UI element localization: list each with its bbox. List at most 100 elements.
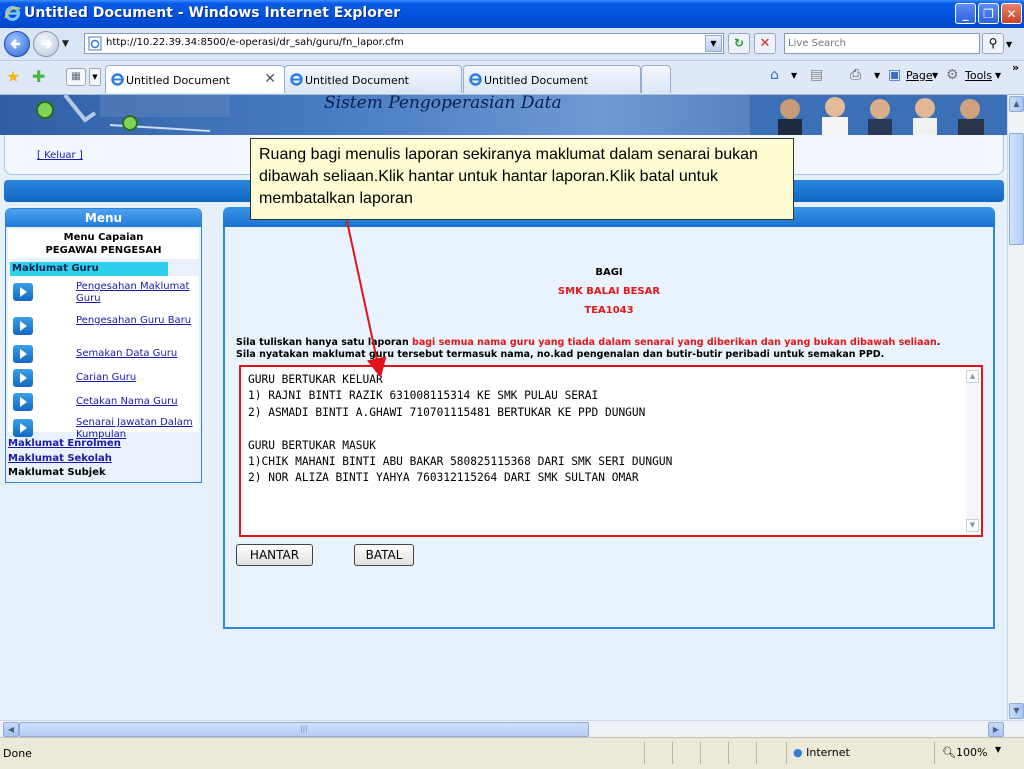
page-menu[interactable]: Page (906, 69, 933, 82)
menu-section-enrolmen[interactable]: Maklumat Enrolmen (8, 437, 121, 450)
circuit-graphic (36, 95, 230, 132)
new-tab-button[interactable] (641, 65, 671, 93)
textarea-scrollbar[interactable]: ▲ ▼ (966, 370, 979, 532)
scroll-right-icon[interactable]: ▶ (988, 722, 1004, 737)
menu-item-label[interactable]: Semakan Data Guru (76, 348, 196, 360)
menu-list: Pengesahan Maklumat Guru Pengesahan Guru… (8, 276, 199, 440)
page-menu-icon: ▣ (888, 67, 902, 83)
globe-icon: ● (793, 746, 803, 759)
stop-button[interactable]: ✕ (754, 33, 776, 54)
menu-caption: Menu Capaian PEGAWAI PENGESAH (8, 229, 199, 259)
back-button[interactable] (4, 31, 30, 57)
status-divider (786, 742, 787, 764)
instruction-line2: Sila nyatakan maklumat guru tersebut ter… (236, 349, 885, 360)
search-input[interactable] (785, 34, 971, 53)
quick-tabs-icon[interactable]: ▦ (66, 68, 86, 86)
address-field[interactable]: http://10.22.39.34:8500/e-operasi/dr_sah… (84, 33, 724, 54)
feeds-icon[interactable]: ▤ (810, 67, 823, 83)
more-commands[interactable]: » (1012, 61, 1019, 74)
tools-dropdown-icon[interactable]: ▼ (995, 71, 1001, 80)
zoom-icon: 🔍︎ (942, 746, 956, 759)
side-menu: Menu Menu Capaian PEGAWAI PENGESAH Maklu… (5, 208, 202, 483)
menu-caption-line1: Menu Capaian (63, 232, 144, 243)
horizontal-scrollbar[interactable]: ◀ ||| ▶ (0, 720, 1024, 737)
minimize-button[interactable]: _ (955, 3, 976, 24)
instruction-text: Sila tuliskan hanya satu laporan (236, 337, 413, 348)
menu-section-subjek[interactable]: Maklumat Subjek (8, 466, 106, 479)
forward-button[interactable] (33, 31, 59, 57)
school-code: TEA1043 (584, 305, 634, 316)
tab-list-dropdown-icon[interactable]: ▼ (89, 68, 101, 86)
maximize-button[interactable]: ❐ (978, 3, 999, 24)
address-dropdown-icon[interactable]: ▼ (705, 35, 722, 52)
search-box[interactable] (784, 33, 980, 54)
scroll-up-icon[interactable]: ▲ (1009, 96, 1024, 112)
tools-menu[interactable]: Tools (965, 69, 992, 82)
zoom-value: 100% (955, 746, 988, 759)
menu-section-guru[interactable]: Maklumat Guru (10, 262, 168, 276)
scroll-left-icon[interactable]: ◀ (3, 722, 19, 737)
print-icon[interactable]: ⎙ (850, 67, 861, 83)
status-divider (756, 742, 757, 764)
window-title-bar: Untitled Document - Windows Internet Exp… (0, 0, 1024, 28)
search-options-icon[interactable]: ▼ (1006, 40, 1012, 49)
refresh-button[interactable]: ↻ (728, 33, 750, 54)
staff-photo (750, 95, 1007, 135)
zoom-level[interactable]: 🔍︎100% (942, 746, 987, 759)
logout-link[interactable]: [ Keluar ] (37, 150, 83, 161)
history-dropdown-icon[interactable]: ▼ (62, 39, 69, 49)
to-label: BAGI (595, 267, 623, 278)
tab-untitled-document-3[interactable]: Untitled Document (463, 65, 641, 93)
instruction-text: . (936, 337, 941, 348)
scroll-down-icon[interactable]: ▼ (966, 519, 979, 532)
status-divider (700, 742, 701, 764)
close-tab-icon[interactable]: ✕ (264, 71, 276, 87)
address-toolbar: ▼ http://10.22.39.34:8500/e-operasi/dr_s… (0, 28, 1024, 61)
close-button[interactable]: ✕ (1001, 3, 1022, 24)
system-title: Sistem Pengoperasian Data (324, 95, 562, 113)
scroll-down-icon[interactable]: ▼ (1009, 703, 1024, 719)
tab-untitled-document-1[interactable]: Untitled Document ✕ (105, 65, 285, 93)
scroll-thumb[interactable]: ||| (19, 722, 589, 737)
arrow-right-icon (13, 393, 33, 411)
search-icon[interactable]: ⚲ (982, 33, 1004, 54)
status-divider (644, 742, 645, 764)
status-divider (728, 742, 729, 764)
instructions: Sila tuliskan hanya satu laporan bagi se… (236, 337, 940, 361)
tab-untitled-document-2[interactable]: Untitled Document (284, 65, 462, 93)
status-divider (672, 742, 673, 764)
ie-tab-icon (290, 73, 303, 86)
instruction-highlight: bagi semua nama guru yang tiada dalam se… (412, 337, 937, 348)
menu-section-sekolah[interactable]: Maklumat Sekolah (8, 452, 112, 465)
scroll-thumb[interactable] (1009, 133, 1024, 245)
scroll-up-icon[interactable]: ▲ (966, 370, 979, 383)
menu-item-label[interactable]: Carian Guru (76, 372, 196, 384)
print-dropdown-icon[interactable]: ▼ (874, 71, 880, 80)
home-icon[interactable]: ⌂ (770, 67, 779, 83)
page-dropdown-icon[interactable]: ▼ (932, 71, 938, 80)
submit-button[interactable]: HANTAR (236, 544, 313, 566)
report-textarea[interactable] (244, 370, 966, 532)
favorites-star-icon[interactable]: ★ (6, 67, 20, 86)
security-zone: ● Internet (793, 746, 850, 759)
menu-item-label[interactable]: Cetakan Nama Guru (76, 396, 196, 408)
zone-label: Internet (806, 746, 850, 759)
gear-icon: ⚙ (946, 67, 959, 83)
cancel-button[interactable]: BATAL (354, 544, 414, 566)
header-banner: Sistem Pengoperasian Data (0, 95, 1007, 135)
arrow-right-icon (13, 369, 33, 387)
zoom-dropdown-icon[interactable]: ▼ (995, 745, 1001, 754)
add-favorites-icon[interactable]: ✚ (32, 67, 45, 86)
address-url[interactable]: http://10.22.39.34:8500/e-operasi/dr_sah… (106, 37, 404, 48)
annotation-callout: Ruang bagi menulis laporan sekiranya mak… (250, 138, 794, 220)
tab-label: Untitled Document (484, 74, 588, 87)
ie-tab-icon (469, 73, 482, 86)
report-panel: BAGI SMK BALAI BESAR TEA1043 Sila tulisk… (223, 227, 995, 629)
menu-item-label[interactable]: Pengesahan Maklumat Guru (76, 281, 196, 305)
ie-logo-icon (4, 6, 21, 21)
vertical-scrollbar[interactable]: ▲ ▼ (1007, 95, 1024, 720)
menu-item-label[interactable]: Pengesahan Guru Baru (76, 315, 196, 327)
page-icon (88, 36, 102, 51)
home-dropdown-icon[interactable]: ▼ (791, 71, 797, 80)
arrow-right-icon (13, 283, 33, 301)
